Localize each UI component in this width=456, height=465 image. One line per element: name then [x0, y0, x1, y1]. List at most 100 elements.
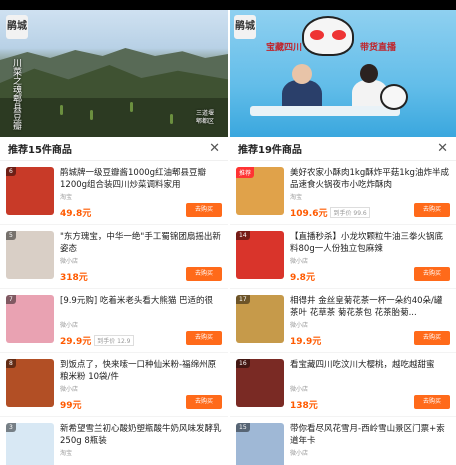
close-icon[interactable]: ✕ — [437, 142, 448, 155]
product-name[interactable]: 【直播秒杀】小龙坎颗粒牛油三拳火锅底料80g一人份独立包麻辣 — [290, 231, 450, 255]
buy-button[interactable]: 去购买 — [186, 267, 222, 281]
product-price: 138元 — [290, 398, 318, 411]
buy-button[interactable]: 去购买 — [186, 331, 222, 345]
buy-button[interactable]: 去购买 — [414, 395, 450, 409]
buy-button[interactable]: 去购买 — [186, 203, 222, 217]
list-item[interactable]: 推荐 美好农家小酥肉1kg酥炸平菇1kg油炸半成品速食火锅夜市小吃炸酥肉淘宝 109… — [230, 161, 456, 225]
product-price: 99元 — [60, 398, 82, 411]
tree — [170, 114, 173, 124]
shop-name: 微小店 — [290, 386, 309, 393]
buy-button[interactable]: 去购买 — [186, 395, 222, 409]
live-video-left[interactable]: 鹃城 川菜之魂郫县豆瓣 三道堰 郫都区 — [0, 10, 228, 137]
price-value: 318元 — [60, 273, 88, 283]
product-thumbnail[interactable]: 14 — [236, 231, 284, 279]
tree — [90, 110, 93, 120]
buy-button[interactable]: 去购买 — [414, 331, 450, 345]
item-number-badge: 8 — [6, 359, 16, 368]
buy-button[interactable]: 去购买 — [414, 203, 450, 217]
product-thumbnail[interactable]: 7 — [6, 295, 54, 343]
video-vertical-caption: 川菜之魂郫县豆瓣 — [11, 58, 21, 130]
product-name[interactable]: 美好农家小酥肉1kg酥炸平菇1kg油炸半成品速食火锅夜市小吃炸酥肉 — [290, 167, 450, 191]
item-number-badge: 16 — [236, 359, 250, 368]
channel-logo: 鹃城 — [234, 15, 256, 39]
host-male-head — [292, 64, 312, 84]
product-thumbnail[interactable]: 16 — [236, 359, 284, 407]
list-item[interactable]: 8 到饭点了，快来嗦一口种仙米粉-福绵州原粮米粉 10袋/件 微小店 99元 去购买 — [0, 353, 228, 417]
list-item[interactable]: 5 "东方瑰宝，中华一绝"手工蜀锦团扇摇出新姿态微小店 318元 去购买 — [0, 225, 228, 289]
list-item[interactable]: 15 带你看尽风花雪月-西岭雪山景区门票+索道年卡微小店 — [230, 417, 456, 465]
product-name[interactable]: 带你看尽风花雪月-西岭雪山景区门票+索道年卡 — [290, 423, 450, 447]
shop-name: 微小店 — [290, 322, 309, 329]
shop-name: 微小店 — [290, 258, 309, 265]
list-item[interactable]: 6 鹃城牌一级豆瓣酱1000g红油郫县豆瓣1200g组合装四川炒菜调料家用淘宝 49… — [0, 161, 228, 225]
shop-name: 微小店 — [60, 258, 79, 265]
item-number-badge: 14 — [236, 231, 250, 240]
product-thumbnail[interactable]: 推荐 — [236, 167, 284, 215]
product-thumbnail[interactable]: 8 — [6, 359, 54, 407]
desk — [250, 106, 400, 116]
price-value: 29.9元 — [60, 337, 92, 347]
right-live-panel: 鹃城 宝藏四川 带货直播 推荐19件商品 ✕ 推荐 美好农家小酥肉1kg酥炸平菇1… — [230, 10, 456, 465]
price-value: 109.6元 — [290, 209, 328, 219]
item-number-badge: 5 — [6, 231, 16, 240]
list-item[interactable]: 3 新希望雪兰初心酸奶塑瓶酸牛奶风味发酵乳250g 8瓶装淘宝 — [0, 417, 228, 465]
product-name[interactable]: 鹃城牌一级豆瓣酱1000g红油郫县豆瓣1200g组合装四川炒菜调料家用 — [60, 167, 222, 191]
item-number-badge: 17 — [236, 295, 250, 304]
product-name[interactable]: 新希望雪兰初心酸奶塑瓶酸牛奶风味发酵乳250g 8瓶装 — [60, 423, 222, 447]
price-value: 99元 — [60, 401, 82, 411]
close-icon[interactable]: ✕ — [209, 142, 220, 155]
tree — [60, 105, 63, 115]
product-name[interactable]: [9.9元购] 吃着米老头看大熊猫 巴适的很 — [60, 295, 222, 307]
product-thumbnail[interactable]: 17 — [236, 295, 284, 343]
price-tag: 到手价 12.9 — [94, 335, 134, 346]
tree — [130, 102, 133, 112]
price-value: 19.9元 — [290, 337, 322, 347]
product-thumbnail[interactable]: 5 — [6, 231, 54, 279]
live-video-right[interactable]: 鹃城 宝藏四川 带货直播 — [230, 10, 456, 137]
product-list: 6 鹃城牌一级豆瓣酱1000g红油郫县豆瓣1200g组合装四川炒菜调料家用淘宝 49… — [0, 161, 228, 465]
product-list-header: 推荐15件商品 ✕ — [0, 137, 228, 161]
list-item[interactable]: 16 看宝藏四川吃汶川大樱桃，越吃越甜蜜微小店 138元 去购买 — [230, 353, 456, 417]
status-bar — [0, 0, 456, 10]
buy-button[interactable]: 去购买 — [414, 267, 450, 281]
video-corner-caption: 三道堰 郫都区 — [196, 110, 215, 125]
product-list-title: 推荐19件商品 — [238, 145, 302, 156]
valley-layer — [0, 98, 228, 137]
host-female-head — [360, 64, 378, 83]
shop-name: 微小店 — [60, 322, 79, 329]
product-price: 19.9元 — [290, 334, 321, 347]
list-item[interactable]: 17 相得井 金丝皇菊花茶一杯一朵约40朵/罐 茶叶 花草茶 菊花茶包 花茶胎菊.… — [230, 289, 456, 353]
item-number-badge: 7 — [6, 295, 16, 304]
item-number-badge: 3 — [6, 423, 16, 432]
product-price: 109.6元 到手价 99.6 — [290, 206, 370, 219]
price-value: 138元 — [290, 401, 318, 411]
product-price: 9.8元 — [290, 270, 315, 283]
panda-doll-icon — [380, 84, 408, 110]
shop-name: 微小店 — [290, 450, 309, 457]
product-thumbnail[interactable]: 3 — [6, 423, 54, 465]
item-number-badge: 推荐 — [236, 167, 255, 178]
list-item[interactable]: 7 [9.9元购] 吃着米老头看大熊猫 巴适的很微小店 29.9元 到手价 12.9 去… — [0, 289, 228, 353]
price-tag: 到手价 99.6 — [330, 207, 370, 218]
shop-name: 淘宝 — [60, 194, 73, 201]
left-live-panel: 鹃城 川菜之魂郫县豆瓣 三道堰 郫都区 推荐15件商品 ✕ 6 鹃城牌一级豆瓣酱1… — [0, 10, 228, 465]
product-list: 推荐 美好农家小酥肉1kg酥炸平菇1kg油炸半成品速食火锅夜市小吃炸酥肉淘宝 109… — [230, 161, 456, 465]
product-name[interactable]: 看宝藏四川吃汶川大樱桃，越吃越甜蜜 — [290, 359, 450, 371]
product-name[interactable]: "东方瑰宝，中华一绝"手工蜀锦团扇摇出新姿态 — [60, 231, 222, 255]
product-thumbnail[interactable]: 6 — [6, 167, 54, 215]
channel-logo: 鹃城 — [6, 15, 28, 39]
product-price: 29.9元 到手价 12.9 — [60, 334, 134, 347]
product-thumbnail[interactable]: 15 — [236, 423, 284, 465]
panda-mascot-icon — [302, 16, 354, 56]
banner-text: 宝藏四川 — [266, 43, 303, 53]
product-price: 49.8元 — [60, 206, 91, 219]
shop-name: 淘宝 — [60, 450, 73, 457]
product-price: 318元 — [60, 270, 88, 283]
product-name[interactable]: 到饭点了，快来嗦一口种仙米粉-福绵州原粮米粉 10袋/件 — [60, 359, 222, 383]
price-value: 49.8元 — [60, 209, 92, 219]
item-number-badge: 6 — [6, 167, 16, 176]
list-item[interactable]: 14 【直播秒杀】小龙坎颗粒牛油三拳火锅底料80g一人份独立包麻辣微小店 9.8元 去… — [230, 225, 456, 289]
item-number-badge: 15 — [236, 423, 250, 432]
shop-name: 淘宝 — [290, 194, 303, 201]
product-name[interactable]: 相得井 金丝皇菊花茶一杯一朵约40朵/罐 茶叶 花草茶 菊花茶包 花茶胎菊... — [290, 295, 450, 319]
